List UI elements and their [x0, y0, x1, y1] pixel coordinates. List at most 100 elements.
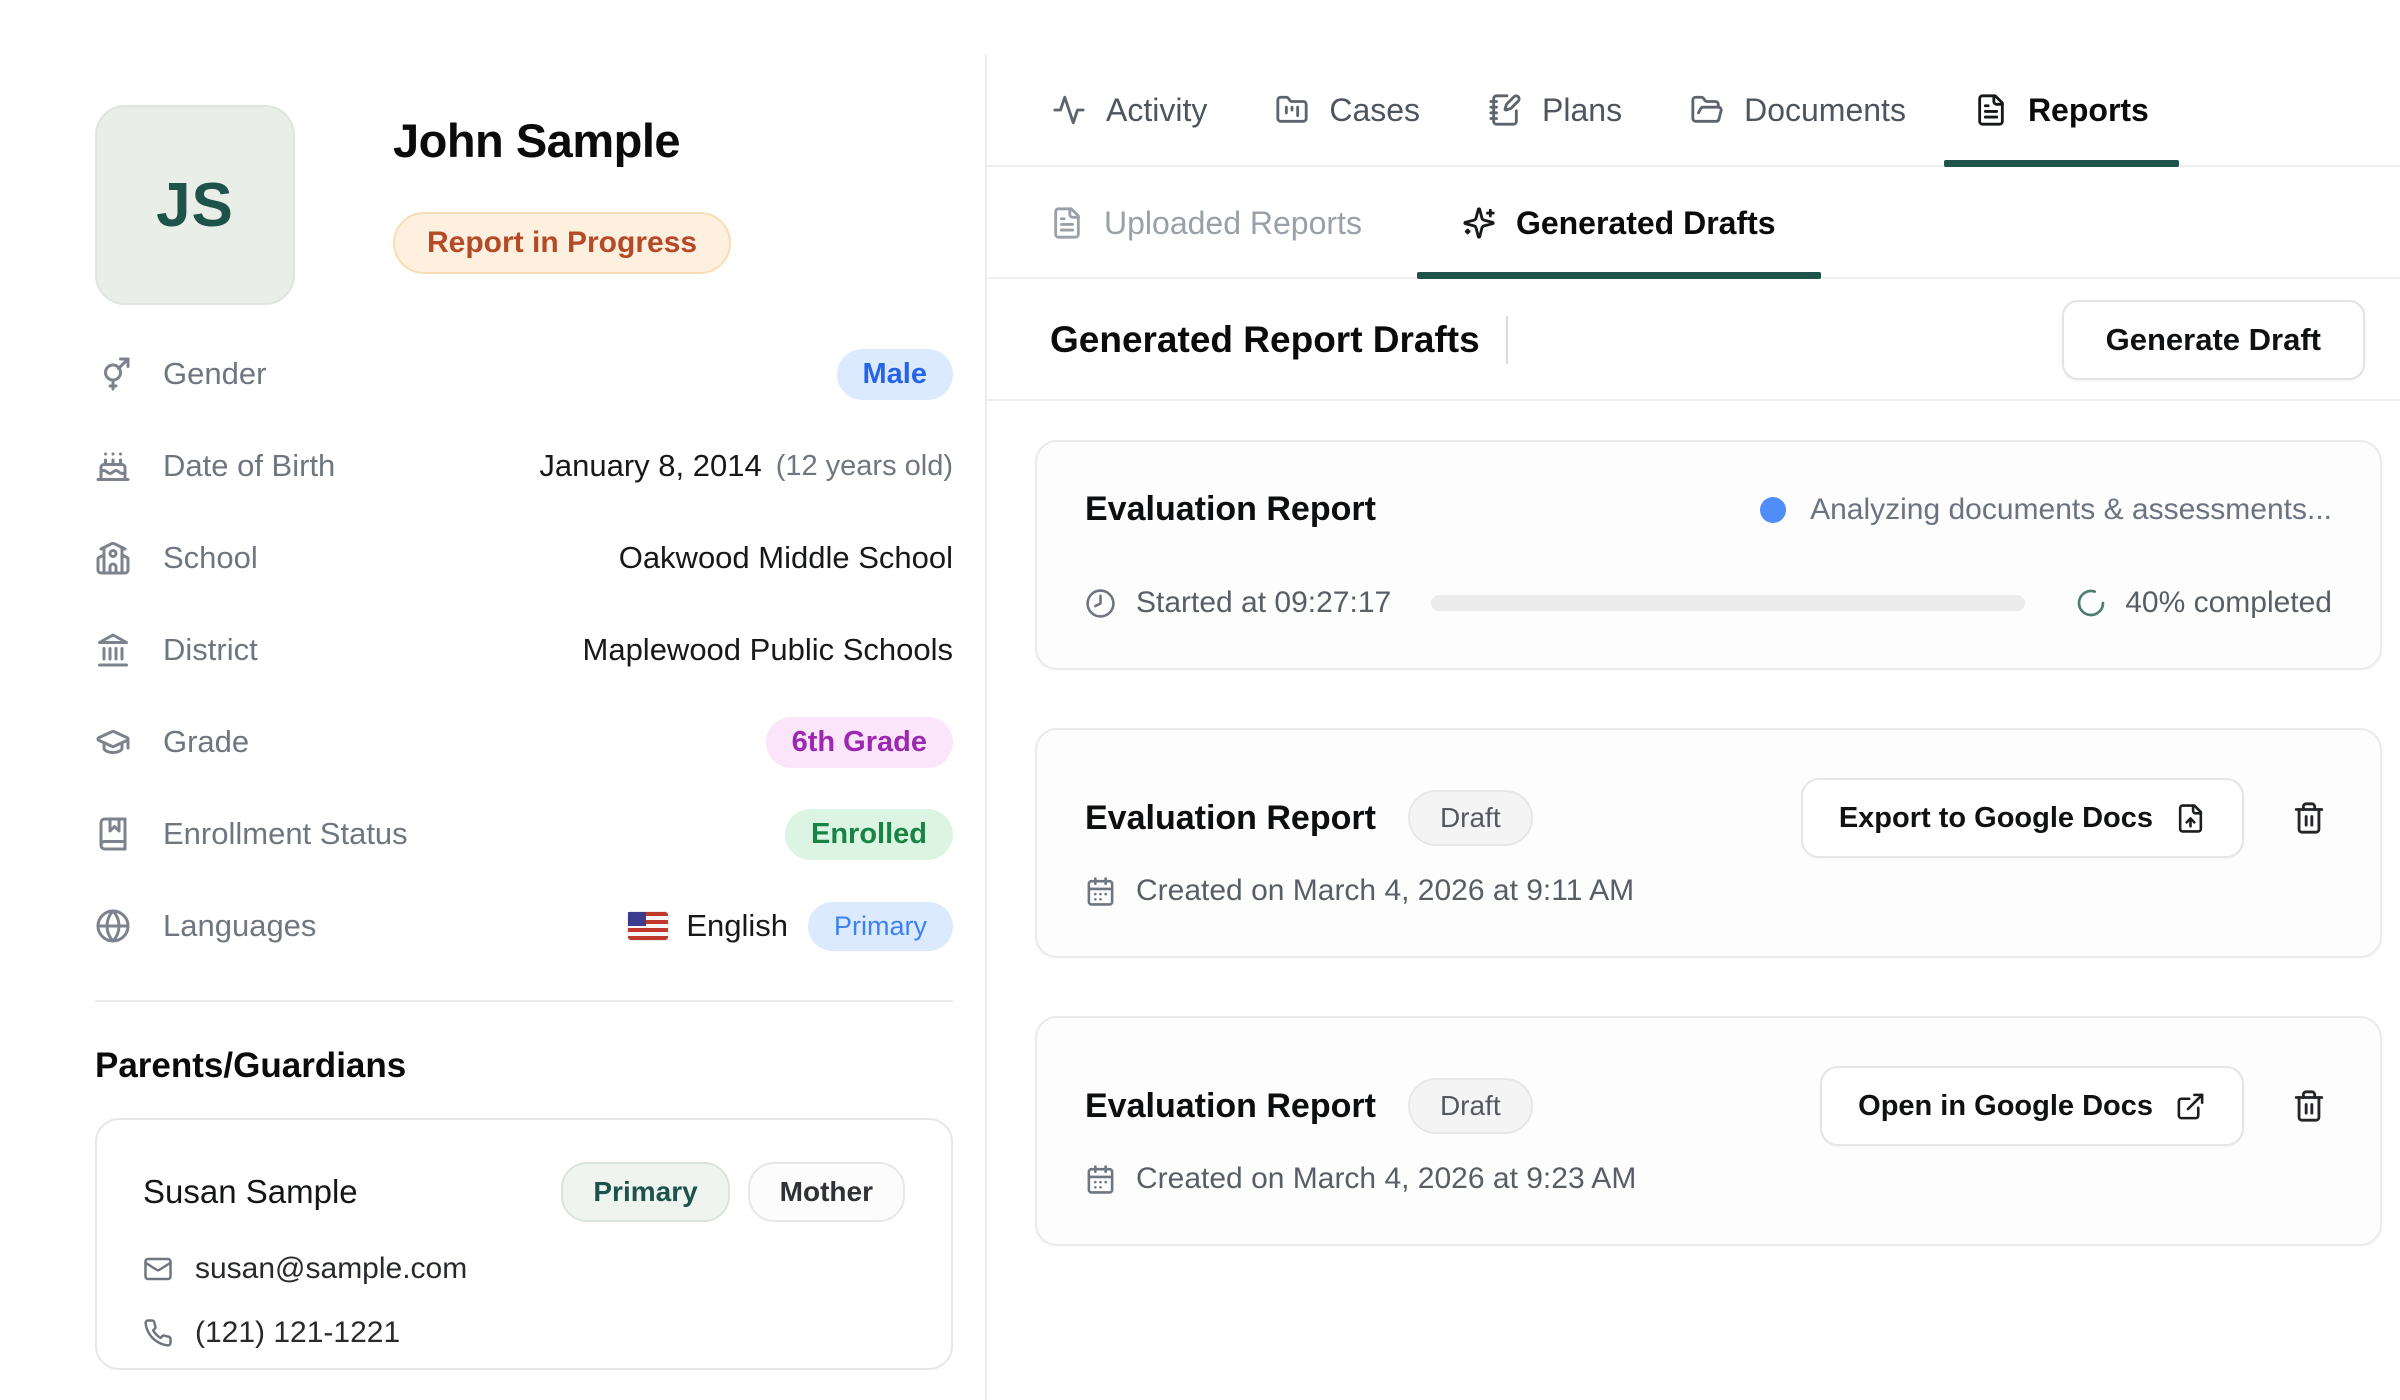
- school-value: Oakwood Middle School: [619, 540, 953, 576]
- languages-row: Languages English Primary: [95, 900, 953, 952]
- open-button-label: Open in Google Docs: [1858, 1090, 2153, 1123]
- school-label: School: [163, 540, 258, 576]
- sparkles-icon: [1462, 206, 1496, 240]
- draft-title: Evaluation Report: [1085, 799, 1376, 838]
- guardian-phone: (121) 121-1221: [195, 1316, 400, 1350]
- draft-title: Evaluation Report: [1085, 1087, 1376, 1126]
- profile-header: JS John Sample Report in Progress: [95, 105, 731, 305]
- subtab-uploaded-reports[interactable]: Uploaded Reports: [1022, 169, 1407, 277]
- enrollment-label: Enrollment Status: [163, 816, 408, 852]
- report-in-progress-badge: Report in Progress: [393, 212, 731, 274]
- tab-activity[interactable]: Activity: [1022, 55, 1237, 165]
- book-icon: [95, 816, 131, 852]
- age-note: (12 years old): [776, 450, 953, 483]
- guardian-name: Susan Sample: [143, 1173, 358, 1211]
- draft-status-text: Analyzing documents & assessments...: [1810, 493, 2332, 527]
- tab-activity-label: Activity: [1106, 92, 1207, 129]
- gender-row: Gender Male: [95, 348, 953, 400]
- mail-icon: [143, 1254, 173, 1284]
- student-info-list: Gender Male Date of Birth January 8, 201…: [95, 348, 953, 952]
- trash-icon: [2292, 1089, 2326, 1123]
- guardians-section-title: Parents/Guardians: [95, 1046, 406, 1086]
- grade-row: Grade 6th Grade: [95, 716, 953, 768]
- delete-draft-button[interactable]: [2286, 795, 2332, 841]
- guardian-primary-badge: Primary: [561, 1162, 729, 1222]
- tab-documents[interactable]: Documents: [1660, 55, 1936, 165]
- cake-icon: [95, 448, 131, 484]
- external-link-icon: [2175, 1091, 2206, 1122]
- guardian-card: Susan Sample Primary Mother susan@sample…: [95, 1118, 953, 1370]
- subtab-generated-drafts[interactable]: Generated Drafts: [1417, 169, 1821, 277]
- dob-label: Date of Birth: [163, 448, 335, 484]
- panel-title: Generated Report Drafts: [1050, 319, 1480, 361]
- draft-status-badge: Draft: [1408, 1078, 1533, 1134]
- reports-subtabs: Uploaded Reports Generated Drafts: [987, 169, 2400, 279]
- activity-icon: [1052, 93, 1086, 127]
- student-name: John Sample: [393, 113, 731, 168]
- student-report-screen: JS John Sample Report in Progress Gender…: [0, 0, 2400, 1400]
- languages-label: Languages: [163, 908, 316, 944]
- progress-label: 40% completed: [2125, 586, 2332, 620]
- file-up-icon: [2175, 803, 2206, 834]
- tab-plans[interactable]: Plans: [1458, 55, 1652, 165]
- export-button-label: Export to Google Docs: [1839, 802, 2153, 835]
- tab-reports[interactable]: Reports: [1944, 55, 2179, 165]
- district-label: District: [163, 632, 258, 668]
- subtab-generated-label: Generated Drafts: [1516, 205, 1776, 242]
- created-at-text: Created on March 4, 2026 at 9:11 AM: [1136, 874, 1634, 908]
- clock-icon: [1085, 588, 1116, 619]
- export-to-google-docs-button[interactable]: Export to Google Docs: [1801, 778, 2244, 858]
- student-profile-panel: JS John Sample Report in Progress Gender…: [0, 0, 985, 1400]
- tab-documents-label: Documents: [1744, 92, 1906, 129]
- district-value: Maplewood Public Schools: [583, 632, 954, 668]
- language-primary-badge: Primary: [808, 902, 953, 951]
- file-text-icon: [1974, 93, 2008, 127]
- tab-cases-label: Cases: [1329, 92, 1420, 129]
- folder-kanban-icon: [1275, 93, 1309, 127]
- status-dot-icon: [1760, 497, 1786, 523]
- tab-reports-label: Reports: [2028, 92, 2149, 129]
- draft-card-in-progress: Evaluation Report Analyzing documents & …: [1035, 440, 2382, 670]
- draft-card-open: Evaluation Report Draft Open in Google D…: [1035, 1016, 2382, 1246]
- trash-icon: [2292, 801, 2326, 835]
- generate-draft-button[interactable]: Generate Draft: [2062, 300, 2365, 380]
- graduation-cap-icon: [95, 724, 131, 760]
- gender-badge: Male: [837, 349, 953, 400]
- open-in-google-docs-button[interactable]: Open in Google Docs: [1820, 1066, 2244, 1146]
- district-row: District Maplewood Public Schools: [95, 624, 953, 676]
- subtab-uploaded-label: Uploaded Reports: [1104, 205, 1362, 242]
- avatar: JS: [95, 105, 295, 305]
- dob-row: Date of Birth January 8, 2014 (12 years …: [95, 440, 953, 492]
- us-flag-icon: [628, 912, 668, 940]
- guardian-email-row: susan@sample.com: [143, 1252, 905, 1286]
- draft-cards-list: Evaluation Report Analyzing documents & …: [1035, 440, 2382, 1246]
- created-at-text: Created on March 4, 2026 at 9:23 AM: [1136, 1162, 1636, 1196]
- calendar-icon: [1085, 1164, 1116, 1195]
- school-icon: [95, 540, 131, 576]
- grade-label: Grade: [163, 724, 249, 760]
- avatar-initials: JS: [156, 170, 234, 241]
- globe-icon: [95, 908, 131, 944]
- tab-cases[interactable]: Cases: [1245, 55, 1450, 165]
- draft-card-export: Evaluation Report Draft Export to Google…: [1035, 728, 2382, 958]
- left-section-divider: [95, 1000, 953, 1002]
- language-value: English: [686, 908, 788, 944]
- generated-drafts-header: Generated Report Drafts Generate Draft: [987, 281, 2400, 401]
- grade-badge: 6th Grade: [766, 717, 953, 768]
- enrollment-row: Enrollment Status Enrolled: [95, 808, 953, 860]
- started-at-text: Started at 09:27:17: [1136, 586, 1391, 620]
- enrollment-badge: Enrolled: [785, 809, 953, 860]
- delete-draft-button[interactable]: [2286, 1083, 2332, 1129]
- dob-value: January 8, 2014: [539, 448, 761, 484]
- draft-title: Evaluation Report: [1085, 490, 1376, 529]
- title-divider: [1506, 316, 1508, 364]
- tab-plans-label: Plans: [1542, 92, 1622, 129]
- gender-label: Gender: [163, 356, 266, 392]
- loader-spinner-icon: [2075, 587, 2107, 619]
- guardian-phone-row: (121) 121-1221: [143, 1316, 905, 1350]
- main-tabs: Activity Cases Plans Documents Reports: [987, 55, 2400, 167]
- progress-bar: [1431, 595, 2025, 611]
- notebook-pen-icon: [1488, 93, 1522, 127]
- reports-panel: Activity Cases Plans Documents Reports: [987, 0, 2400, 1400]
- folder-open-icon: [1690, 93, 1724, 127]
